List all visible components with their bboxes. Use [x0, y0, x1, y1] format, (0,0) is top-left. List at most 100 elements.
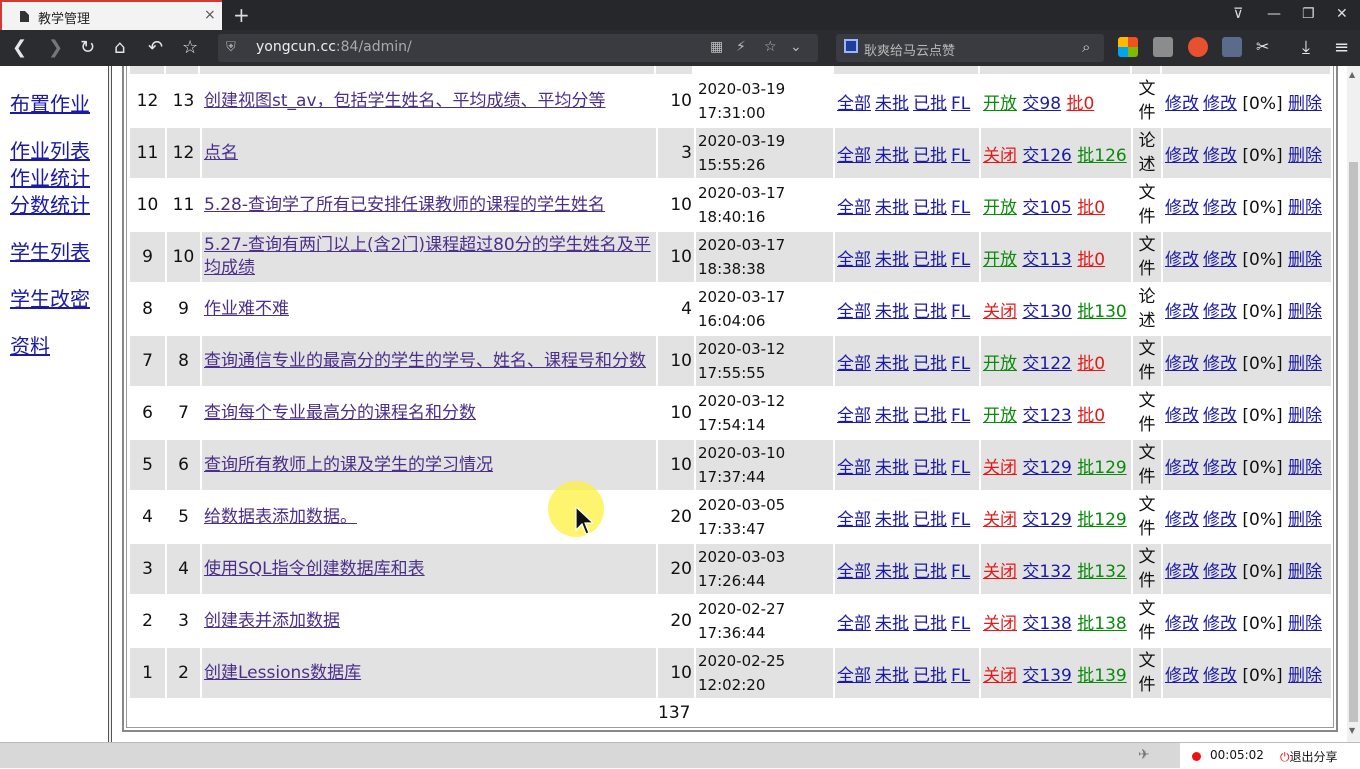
- filter-fl-link[interactable]: FL: [951, 94, 970, 114]
- reload-icon[interactable]: ↻: [80, 37, 95, 58]
- submitted-count-link[interactable]: 交132: [1022, 562, 1071, 582]
- submitted-count-link[interactable]: 交113: [1022, 250, 1071, 270]
- filter-graded-link[interactable]: 已批: [913, 406, 947, 426]
- delete-link[interactable]: 删除: [1288, 250, 1322, 270]
- minimize-button[interactable]: —: [1267, 6, 1281, 22]
- filter-all-link[interactable]: 全部: [837, 94, 871, 114]
- filter-all-link[interactable]: 全部: [837, 614, 871, 634]
- edit-link-2[interactable]: 修改: [1203, 354, 1237, 374]
- filter-all-link[interactable]: 全部: [837, 198, 871, 218]
- graded-count-link[interactable]: 批0: [1077, 198, 1105, 218]
- filter-graded-link[interactable]: 已批: [913, 198, 947, 218]
- submitted-count-link[interactable]: 交105: [1022, 198, 1071, 218]
- edit-link[interactable]: 修改: [1165, 94, 1199, 114]
- graded-count-link[interactable]: 批139: [1077, 666, 1126, 686]
- homework-title-link[interactable]: 作业难不难: [204, 299, 289, 319]
- filter-ungraded-link[interactable]: 未批: [875, 198, 909, 218]
- filter-graded-link[interactable]: 已批: [913, 614, 947, 634]
- forward-icon[interactable]: ❯: [48, 37, 63, 58]
- filter-ungraded-link[interactable]: 未批: [875, 250, 909, 270]
- filter-all-link[interactable]: 全部: [837, 250, 871, 270]
- graded-count-link[interactable]: 批138: [1077, 614, 1126, 634]
- filter-graded-link[interactable]: 已批: [913, 94, 947, 114]
- filter-fl-link[interactable]: FL: [951, 354, 970, 374]
- homework-title-link[interactable]: 使用SQL指令创建数据库和表: [204, 559, 425, 579]
- homework-title-link[interactable]: 创建表并添加数据: [204, 611, 340, 631]
- filter-fl-link[interactable]: FL: [951, 666, 970, 686]
- filter-ungraded-link[interactable]: 未批: [875, 302, 909, 322]
- edit-link[interactable]: 修改: [1165, 562, 1199, 582]
- delete-link[interactable]: 删除: [1288, 198, 1322, 218]
- filter-ungraded-link[interactable]: 未批: [875, 146, 909, 166]
- edit-link[interactable]: 修改: [1165, 510, 1199, 530]
- new-tab-button[interactable]: +: [233, 3, 250, 27]
- graded-count-link[interactable]: 批0: [1066, 94, 1094, 114]
- toggle-state-link[interactable]: 关闭: [983, 562, 1017, 582]
- weibo-extension-icon[interactable]: [1188, 37, 1208, 57]
- download-icon[interactable]: ⤓: [1302, 37, 1310, 58]
- filter-graded-link[interactable]: 已批: [913, 250, 947, 270]
- toggle-state-link[interactable]: 关闭: [983, 510, 1017, 530]
- windows-extension-icon[interactable]: [1118, 37, 1138, 57]
- edit-link[interactable]: 修改: [1165, 614, 1199, 634]
- filter-all-link[interactable]: 全部: [837, 354, 871, 374]
- filter-all-link[interactable]: 全部: [837, 666, 871, 686]
- search-box[interactable]: 耿爽给马云点赞 ⌕: [836, 34, 1104, 62]
- filter-all-link[interactable]: 全部: [837, 510, 871, 530]
- submitted-count-link[interactable]: 交129: [1022, 510, 1071, 530]
- graded-count-link[interactable]: 批129: [1077, 510, 1126, 530]
- submitted-count-link[interactable]: 交138: [1022, 614, 1071, 634]
- homework-title-link[interactable]: 5.28-查询学了所有已安排任课教师的课程的学生姓名: [204, 195, 605, 215]
- submitted-count-link[interactable]: 交126: [1022, 146, 1071, 166]
- search-icon[interactable]: ⌕: [1082, 38, 1090, 56]
- tab-menu-icon[interactable]: ⊽: [1233, 6, 1243, 22]
- toggle-state-link[interactable]: 关闭: [983, 666, 1017, 686]
- home-icon[interactable]: ⌂: [114, 37, 125, 58]
- sidebar-item-change-password[interactable]: 学生改密: [10, 283, 90, 312]
- homework-title-link[interactable]: 5.27-查询有两门以上(含2门)课程超过80分的学生姓名及平均成绩: [204, 235, 651, 278]
- graded-count-link[interactable]: 批0: [1077, 250, 1105, 270]
- delete-link[interactable]: 删除: [1288, 406, 1322, 426]
- filter-graded-link[interactable]: 已批: [913, 146, 947, 166]
- sidebar-item-score-stats[interactable]: 分数统计: [10, 189, 90, 218]
- filter-all-link[interactable]: 全部: [837, 458, 871, 478]
- edit-link[interactable]: 修改: [1165, 406, 1199, 426]
- edit-link-2[interactable]: 修改: [1203, 198, 1237, 218]
- homework-title-link[interactable]: 给数据表添加数据。: [204, 507, 357, 527]
- homework-title-link[interactable]: 点名: [204, 143, 238, 163]
- edit-link-2[interactable]: 修改: [1203, 250, 1237, 270]
- filter-ungraded-link[interactable]: 未批: [875, 614, 909, 634]
- delete-link[interactable]: 删除: [1288, 458, 1322, 478]
- filter-fl-link[interactable]: FL: [951, 302, 970, 322]
- edit-link[interactable]: 修改: [1165, 146, 1199, 166]
- graded-count-link[interactable]: 批0: [1077, 354, 1105, 374]
- submitted-count-link[interactable]: 交130: [1022, 302, 1071, 322]
- edit-link[interactable]: 修改: [1165, 250, 1199, 270]
- filter-fl-link[interactable]: FL: [951, 614, 970, 634]
- homework-title-link[interactable]: 创建Lessions数据库: [204, 663, 361, 683]
- edit-link-2[interactable]: 修改: [1203, 94, 1237, 114]
- maximize-button[interactable]: ❐: [1302, 6, 1315, 22]
- vertical-scrollbar[interactable]: ▲ ▼: [1347, 66, 1360, 742]
- filter-fl-link[interactable]: FL: [951, 250, 970, 270]
- tab-close-icon[interactable]: ×: [204, 7, 216, 23]
- edit-link[interactable]: 修改: [1165, 302, 1199, 322]
- delete-link[interactable]: 删除: [1288, 354, 1322, 374]
- sidebar-item-materials[interactable]: 资料: [10, 330, 50, 359]
- homework-title-link[interactable]: 查询所有教师上的课及学生的学习情况: [204, 455, 493, 475]
- filter-graded-link[interactable]: 已批: [913, 666, 947, 686]
- delete-link[interactable]: 删除: [1288, 146, 1322, 166]
- filter-graded-link[interactable]: 已批: [913, 302, 947, 322]
- filter-fl-link[interactable]: FL: [951, 146, 970, 166]
- filter-all-link[interactable]: 全部: [837, 562, 871, 582]
- submitted-count-link[interactable]: 交129: [1022, 458, 1071, 478]
- filter-all-link[interactable]: 全部: [837, 406, 871, 426]
- homework-title-link[interactable]: 创建视图st_av，包括学生姓名、平均成绩、平均分等: [204, 91, 606, 111]
- undo-icon[interactable]: ↶: [148, 37, 163, 58]
- rocket-icon[interactable]: ✈: [1138, 747, 1150, 763]
- toggle-state-link[interactable]: 开放: [983, 354, 1017, 374]
- scroll-thumb[interactable]: [1349, 162, 1358, 722]
- menu-icon[interactable]: ≡: [1334, 37, 1349, 58]
- filter-graded-link[interactable]: 已批: [913, 562, 947, 582]
- lightning-icon[interactable]: ⚡: [736, 39, 746, 55]
